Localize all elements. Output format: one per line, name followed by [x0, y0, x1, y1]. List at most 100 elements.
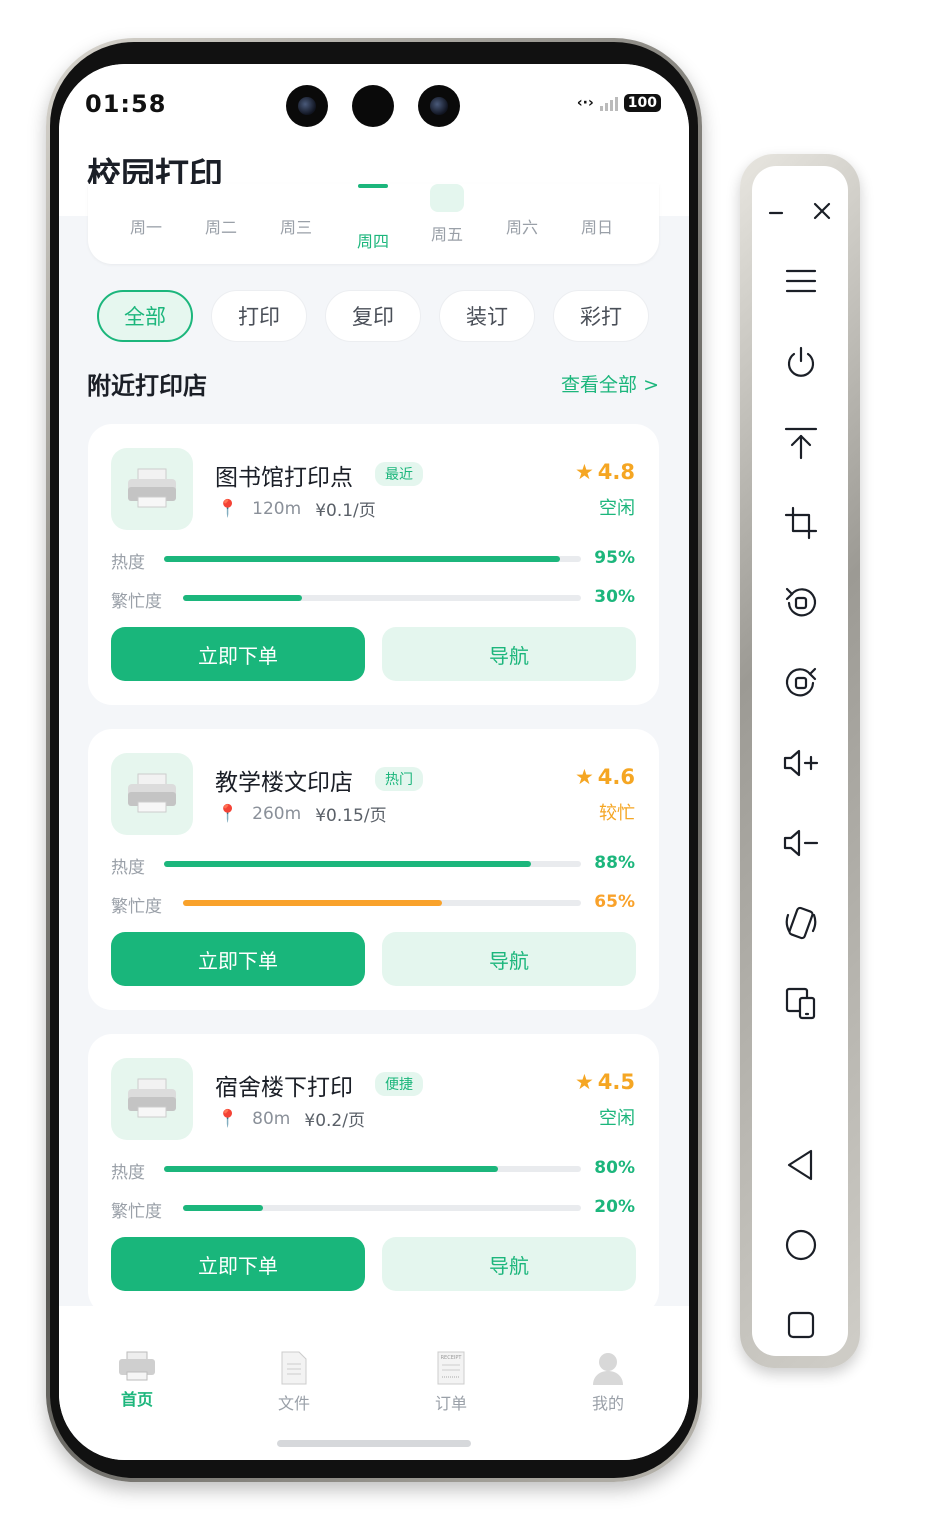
heat-percent: 80%: [594, 1158, 635, 1178]
filter-print[interactable]: 打印: [211, 290, 307, 342]
shop-price: ¥0.2/页: [304, 1111, 365, 1131]
rating-value: 4.8: [597, 460, 635, 484]
see-all-link[interactable]: 查看全部 >: [561, 370, 659, 397]
order-now-button[interactable]: 立即下单: [111, 932, 365, 986]
navigate-button[interactable]: 导航: [382, 627, 636, 681]
busy-bar: [183, 595, 581, 601]
back-icon[interactable]: [766, 1140, 836, 1190]
busy-label: 繁忙度: [111, 592, 162, 612]
navigate-button[interactable]: 导航: [382, 1237, 636, 1291]
home-icon[interactable]: [766, 1220, 836, 1270]
shop-price: ¥0.1/页: [315, 501, 376, 521]
shop-card[interactable]: 图书馆打印点 最近 📍 120m ¥0.1/页 ★ 4.8 空闲 热度 95% …: [88, 424, 659, 705]
tab-profile[interactable]: 我的: [568, 1350, 648, 1414]
star-icon: ★: [574, 460, 594, 484]
heat-label: 热度: [111, 1163, 145, 1183]
shop-name: 图书馆打印点: [215, 465, 353, 491]
shop-distance: 80m: [252, 1108, 291, 1129]
close-icon[interactable]: [802, 186, 842, 236]
shop-tag: 热门: [375, 767, 423, 791]
heat-bar-fill: [164, 861, 531, 867]
minimize-icon[interactable]: [756, 186, 796, 236]
filter-chips: 全部 打印 复印 装订 彩打: [97, 290, 649, 342]
receipt-icon: RECEIPT: [437, 1351, 465, 1385]
shop-rating: ★ 4.8: [575, 460, 635, 484]
status-icons: ‹·› 100: [577, 94, 661, 112]
camera-icon: [286, 85, 328, 127]
heat-percent: 95%: [594, 548, 635, 568]
printer-tab-icon: [119, 1351, 155, 1381]
filter-binding[interactable]: 装订: [439, 290, 535, 342]
camera-icon: [418, 85, 460, 127]
rotate-left-icon[interactable]: [766, 578, 836, 628]
heat-label: 热度: [111, 858, 145, 878]
to-top-icon[interactable]: [766, 418, 836, 468]
side-panel-inner: [752, 166, 848, 1356]
heat-bar: [164, 556, 581, 562]
status-time: 01:58: [85, 90, 167, 118]
phone-screen: 01:58 ‹·› 100 校园打印 周一 周二 周三 周四 周五 周六 周日 …: [59, 64, 689, 1460]
menu-icon[interactable]: [766, 256, 836, 306]
busy-bar: [183, 1205, 581, 1211]
filter-color-print[interactable]: 彩打: [553, 290, 649, 342]
shop-distance: 260m: [252, 803, 302, 824]
busy-percent: 65%: [594, 892, 635, 912]
heat-bar: [164, 1166, 581, 1172]
shop-rating: ★ 4.5: [575, 1070, 635, 1094]
day-tuesday[interactable]: 周二: [191, 214, 251, 238]
selected-day-marker: [358, 184, 388, 188]
volume-down-icon[interactable]: [766, 818, 836, 868]
day-thursday[interactable]: 周四: [343, 228, 403, 252]
tab-files[interactable]: 文件: [254, 1350, 334, 1414]
shop-card[interactable]: 宿舍楼下打印 便捷 📍 80m ¥0.2/页 ★ 4.5 空闲 热度 80% 繁…: [88, 1034, 659, 1315]
tab-orders[interactable]: RECEIPT 订单: [411, 1350, 491, 1414]
printer-icon: [111, 753, 193, 835]
shop-card[interactable]: 教学楼文印店 热门 📍 260m ¥0.15/页 ★ 4.6 较忙 热度 88%…: [88, 729, 659, 1010]
shop-name: 教学楼文印店: [215, 770, 353, 796]
heat-label: 热度: [111, 553, 145, 573]
order-now-button[interactable]: 立即下单: [111, 1237, 365, 1291]
shop-meta: 📍 120m ¥0.1/页: [217, 496, 376, 522]
home-indicator[interactable]: [277, 1440, 471, 1447]
recents-icon[interactable]: [766, 1300, 836, 1350]
camera-icon: [352, 85, 394, 127]
busy-bar-fill: [183, 595, 303, 601]
shop-meta: 📍 80m ¥0.2/页: [217, 1106, 365, 1132]
power-icon[interactable]: [766, 338, 836, 388]
section-title: 附近打印店: [87, 372, 207, 400]
shop-rating: ★ 4.6: [575, 765, 635, 789]
busy-bar-fill: [183, 900, 442, 906]
document-icon: [281, 1351, 307, 1385]
busy-bar: [183, 900, 581, 906]
printer-icon: [111, 1058, 193, 1140]
heat-bar-fill: [164, 556, 561, 562]
rotate-right-icon[interactable]: [766, 658, 836, 708]
day-friday[interactable]: 周五: [417, 221, 477, 245]
day-sunday[interactable]: 周日: [567, 214, 627, 238]
shake-icon[interactable]: [766, 898, 836, 948]
shop-tag: 最近: [375, 462, 423, 486]
day-wednesday[interactable]: 周三: [266, 214, 326, 238]
busy-label: 繁忙度: [111, 1202, 162, 1222]
volume-up-icon[interactable]: [766, 738, 836, 788]
filter-all[interactable]: 全部: [97, 290, 193, 342]
shop-status: 空闲: [599, 498, 635, 519]
tab-home[interactable]: 首页: [97, 1350, 177, 1410]
navigate-button[interactable]: 导航: [382, 932, 636, 986]
heat-percent: 88%: [594, 853, 635, 873]
printer-icon: [111, 448, 193, 530]
day-friday-block[interactable]: [430, 184, 464, 212]
day-saturday[interactable]: 周六: [492, 214, 552, 238]
filter-copy[interactable]: 复印: [325, 290, 421, 342]
day-monday[interactable]: 周一: [116, 214, 176, 238]
location-pin-icon: 📍: [217, 498, 239, 519]
signal-icon: [599, 95, 618, 111]
shop-meta: 📍 260m ¥0.15/页: [217, 801, 387, 827]
shop-name: 宿舍楼下打印: [215, 1075, 353, 1101]
shop-tag: 便捷: [375, 1072, 423, 1096]
order-now-button[interactable]: 立即下单: [111, 627, 365, 681]
shop-status: 空闲: [599, 1108, 635, 1129]
device-switch-icon[interactable]: [766, 978, 836, 1028]
rating-value: 4.5: [597, 1070, 635, 1094]
crop-icon[interactable]: [766, 498, 836, 548]
